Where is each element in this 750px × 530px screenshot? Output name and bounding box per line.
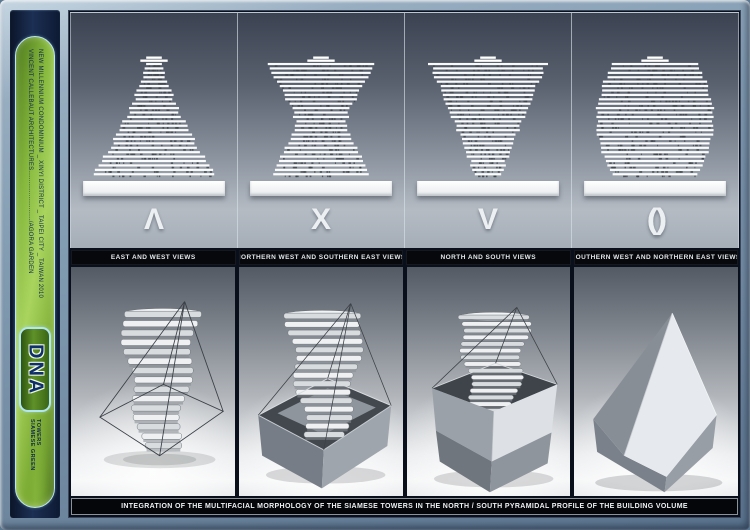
massing-panel-3 <box>407 267 571 496</box>
profile-symbol-glyph: V <box>478 203 498 236</box>
sidebar: VINCENT CALLEBAUT ARCHITECTURES.........… <box>6 10 64 518</box>
sidebar-navy-strip: VINCENT CALLEBAUT ARCHITECTURES.........… <box>10 10 60 518</box>
massing-panel-1 <box>71 267 235 496</box>
profile-symbol-glyph: X <box>311 203 331 236</box>
ground-base-bar <box>417 181 560 196</box>
elevation-panel-sw-ne: () <box>571 13 738 248</box>
project-title-text: VINCENT CALLEBAUT ARCHITECTURES.........… <box>25 49 45 321</box>
massing-row <box>70 267 739 496</box>
massing-panel-4 <box>574 267 738 496</box>
dna-logo-text: DNA <box>24 344 47 396</box>
project-location-line: NEW MILLENNIUM CONDOMINIUM _ XINYI DISTR… <box>35 49 45 321</box>
elevation-panel-east-west: Λ <box>71 13 237 248</box>
profile-symbol-glyph: () <box>646 203 664 237</box>
tower-elevation-nw-se <box>238 53 404 183</box>
v-profile-icon: V <box>405 203 571 237</box>
profile-symbol-glyph: Λ <box>144 203 164 236</box>
view-label-east-west: EAST AND WEST VIEWS <box>71 250 236 265</box>
elevation-row: Λ X V () <box>70 12 739 248</box>
wireframe-envelope-render <box>71 267 235 496</box>
elevation-panel-north-south: V <box>404 13 571 248</box>
dna-logo: DNA <box>19 327 51 412</box>
tower-elevation-sw-ne <box>572 53 738 183</box>
closed-volume-render <box>574 267 738 496</box>
board-caption: INTEGRATION OF THE MULTIFACIAL MORPHOLOG… <box>71 498 738 515</box>
x-profile-icon: X <box>238 203 404 237</box>
elevation-panel-nw-se: X <box>237 13 404 248</box>
project-title-pill: VINCENT CALLEBAUT ARCHITECTURES.........… <box>15 36 55 508</box>
o-profile-icon: () <box>572 203 738 237</box>
view-label-north-south: NORTH AND SOUTH VIEWS <box>406 250 571 265</box>
project-subtitle: SIAMESE GREEN TOWERS <box>29 419 41 497</box>
view-label-sw-ne: SOUTHERN WEST AND NORTHERN EAST VIEWS <box>574 250 739 265</box>
tower-elevation-north-south <box>405 53 571 183</box>
tower-elevation-east-west <box>71 53 237 183</box>
view-label-row: EAST AND WEST VIEWS NORTHERN WEST AND SO… <box>70 250 739 265</box>
massing-panel-2 <box>239 267 403 496</box>
presentation-board: VINCENT CALLEBAUT ARCHITECTURES.........… <box>0 0 750 530</box>
open-box-render <box>239 267 403 496</box>
architect-credit-line: VINCENT CALLEBAUT ARCHITECTURES.........… <box>25 49 35 321</box>
view-label-nw-se: NORTHERN WEST AND SOUTHERN EAST VIEWS <box>239 250 404 265</box>
lambda-profile-icon: Λ <box>71 203 237 237</box>
ground-base-bar <box>83 181 226 196</box>
ground-base-bar <box>250 181 393 196</box>
ground-base-bar <box>584 181 727 196</box>
partially-closed-volume-render <box>407 267 571 496</box>
board-content: Λ X V () EAST AND WEST VIEWS NORTHERN WE… <box>68 10 741 518</box>
